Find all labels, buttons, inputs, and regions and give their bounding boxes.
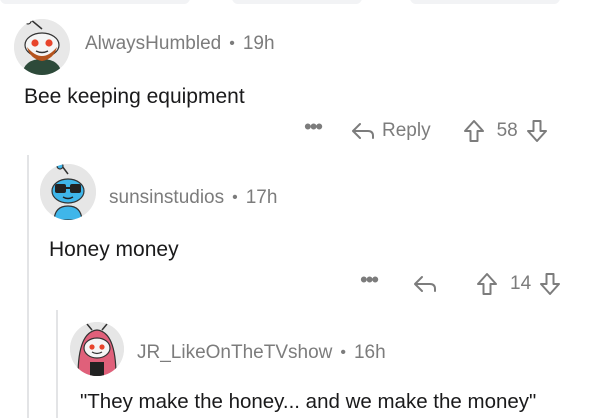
- snoo-avatar-icon: [14, 19, 70, 75]
- comment-jr-likeonthetvshow: JR_LikeOnTheTVshow • 16h "They make the …: [0, 300, 599, 418]
- comment-body: Bee keeping equipment: [24, 85, 245, 108]
- reply-arrow-icon[interactable]: [412, 274, 438, 294]
- comment-body: "They make the honey... and we make the …: [80, 390, 537, 413]
- comment-meta: JR_LikeOnTheTVshow • 16h: [137, 342, 386, 364]
- reply-arrow-icon: [350, 121, 376, 141]
- comment-alwayshumbled: AlwaysHumbled • 19h Bee keeping equipmen…: [0, 0, 599, 150]
- comment-actions: ••• 14: [360, 267, 561, 299]
- meta-separator: •: [232, 189, 238, 206]
- avatar[interactable]: [14, 19, 70, 75]
- comment-age: 19h: [242, 33, 275, 54]
- comment-meta: AlwaysHumbled • 19h: [85, 33, 275, 55]
- meta-separator: •: [229, 35, 235, 52]
- upvote-arrow-icon[interactable]: [463, 119, 485, 143]
- snoo-avatar-icon: [70, 322, 124, 376]
- vote-count: 14: [510, 273, 532, 294]
- downvote-arrow-icon[interactable]: [526, 119, 548, 143]
- reply-button[interactable]: Reply: [350, 120, 431, 142]
- downvote-arrow-icon[interactable]: [539, 272, 561, 296]
- comment-age: 17h: [245, 187, 278, 208]
- reply-label: Reply: [382, 120, 431, 141]
- comment-sunsinstudios: sunsinstudios • 17h Honey money ••• 14: [0, 150, 599, 300]
- username[interactable]: sunsinstudios: [109, 187, 224, 209]
- snoo-avatar-icon: [40, 164, 96, 220]
- upvote-arrow-icon[interactable]: [476, 272, 498, 296]
- more-options-button[interactable]: •••: [304, 114, 326, 140]
- vote-count: 58: [496, 120, 518, 141]
- avatar[interactable]: [40, 164, 96, 220]
- meta-separator: •: [340, 344, 346, 361]
- comment-age: 16h: [353, 342, 386, 363]
- avatar[interactable]: [70, 322, 124, 376]
- username[interactable]: JR_LikeOnTheTVshow: [137, 342, 332, 364]
- more-options-button[interactable]: •••: [360, 267, 382, 293]
- comment-meta: sunsinstudios • 17h: [109, 187, 277, 209]
- comment-body: Honey money: [49, 238, 179, 261]
- username[interactable]: AlwaysHumbled: [85, 33, 221, 55]
- comment-actions: ••• Reply 58: [304, 114, 548, 146]
